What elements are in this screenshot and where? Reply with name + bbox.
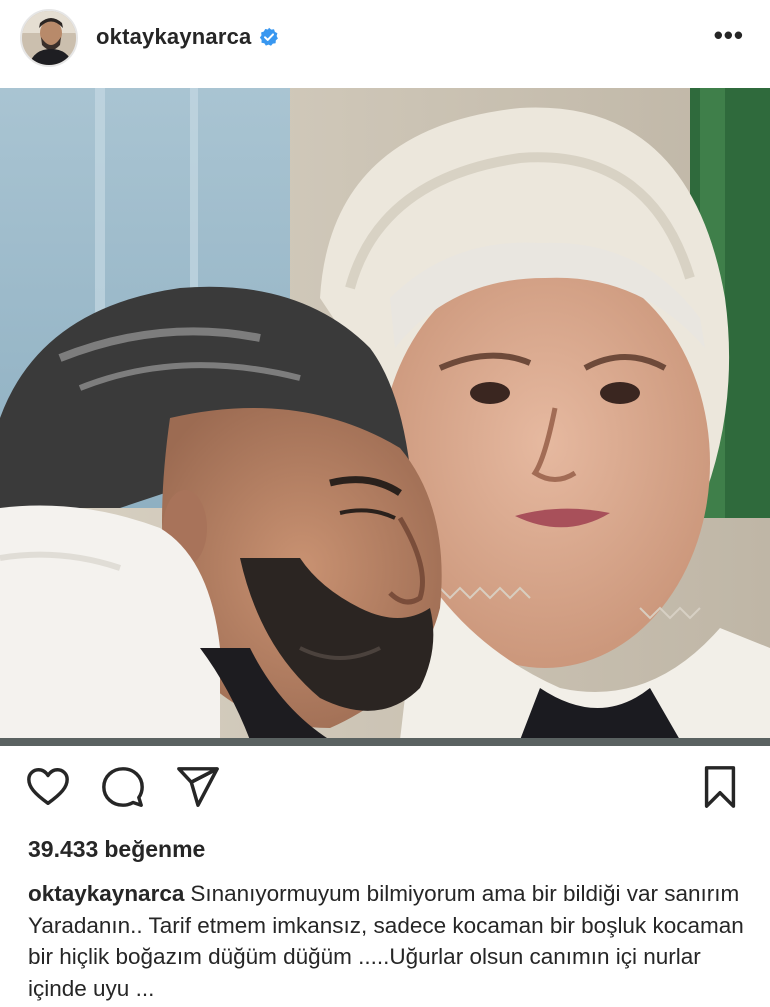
more-options-button[interactable]: ••• [714,22,744,48]
avatar-image [22,11,76,65]
photo-divider [0,738,770,746]
send-icon [177,767,219,807]
heart-icon [27,768,69,806]
username-row: oktaykaynarca [96,24,279,50]
caption-username[interactable]: oktaykaynarca [28,881,184,906]
post-photo[interactable] [0,88,770,740]
likes-number: 39.433 [28,836,99,862]
share-button[interactable] [175,764,225,814]
like-button[interactable] [25,764,75,814]
comment-icon [102,767,144,807]
avatar[interactable] [20,9,78,67]
save-button[interactable] [697,764,747,814]
post-header: oktaykaynarca ••• [0,0,770,78]
post-caption: oktaykaynarca Sınanıyormuyum bilmiyorum a… [28,878,748,1004]
bookmark-icon [704,766,736,808]
post-photo-image [0,88,770,740]
comment-button[interactable] [100,764,150,814]
action-bar [0,764,770,820]
verified-badge-icon [259,27,279,47]
instagram-post: oktaykaynarca ••• 39.433 beğenme oktayka… [0,0,770,1007]
header-username[interactable]: oktaykaynarca [96,24,251,50]
likes-count[interactable]: 39.433 beğenme [28,836,205,863]
likes-label: beğenme [104,836,206,862]
